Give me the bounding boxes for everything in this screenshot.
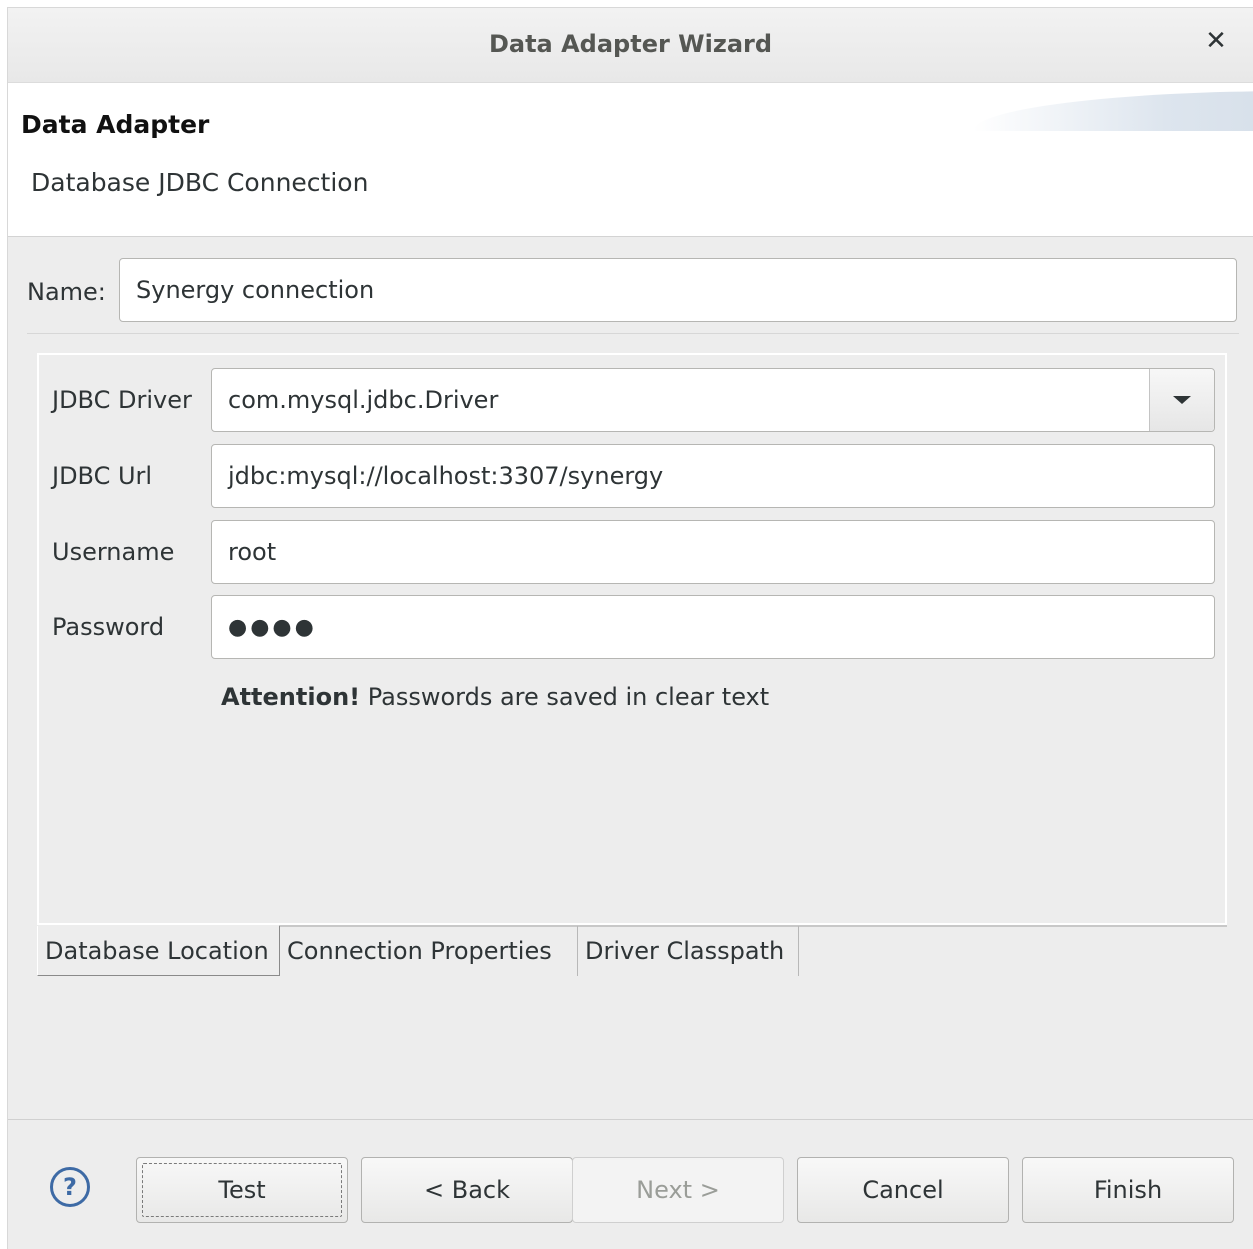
button-bar-separator (8, 1119, 1253, 1120)
username-label: Username (52, 538, 175, 566)
header-description: Database JDBC Connection (31, 168, 369, 197)
finish-button[interactable]: Finish (1022, 1157, 1234, 1223)
title-bar: Data Adapter Wizard ✕ (8, 8, 1253, 83)
attention-text: Passwords are saved in clear text (360, 683, 770, 711)
cancel-button[interactable]: Cancel (797, 1157, 1009, 1223)
password-input[interactable]: ●●●● (211, 595, 1215, 659)
tab-connection-properties[interactable]: Connection Properties (280, 926, 578, 976)
password-mask: ●●●● (228, 614, 317, 640)
test-button-label: Test (218, 1176, 266, 1204)
header-title: Data Adapter (21, 110, 210, 139)
username-input[interactable]: root (211, 520, 1215, 584)
password-warning: Attention! Passwords are saved in clear … (221, 683, 769, 711)
header-banner-graphic (973, 91, 1253, 131)
name-label: Name: (27, 278, 106, 306)
window-title: Data Adapter Wizard (488, 30, 773, 58)
help-icon[interactable]: ? (50, 1167, 90, 1207)
back-button[interactable]: < Back (361, 1157, 573, 1223)
tab-database-location[interactable]: Database Location (37, 926, 280, 976)
next-button[interactable]: Next > (572, 1157, 784, 1223)
jdbc-driver-combo[interactable]: com.mysql.jdbc.Driver (211, 368, 1215, 432)
wizard-header: Data Adapter Database JDBC Connection (8, 83, 1253, 237)
database-location-panel: JDBC Driver com.mysql.jdbc.Driver JDBC U… (37, 353, 1227, 925)
close-icon[interactable]: ✕ (1201, 26, 1231, 56)
jdbc-url-input[interactable]: jdbc:mysql://localhost:3307/synergy (211, 444, 1215, 508)
tab-driver-classpath[interactable]: Driver Classpath (578, 926, 799, 976)
chevron-down-icon[interactable] (1149, 369, 1214, 431)
wizard-dialog: Data Adapter Wizard ✕ Data Adapter Datab… (7, 7, 1253, 1249)
attention-strong: Attention! (221, 683, 361, 711)
jdbc-url-label: JDBC Url (52, 462, 153, 490)
separator (27, 333, 1239, 334)
test-button[interactable]: Test (136, 1157, 348, 1223)
jdbc-driver-value: com.mysql.jdbc.Driver (228, 386, 499, 414)
jdbc-driver-label: JDBC Driver (52, 386, 192, 414)
password-label: Password (52, 613, 165, 641)
name-input[interactable]: Synergy connection (119, 258, 1237, 322)
